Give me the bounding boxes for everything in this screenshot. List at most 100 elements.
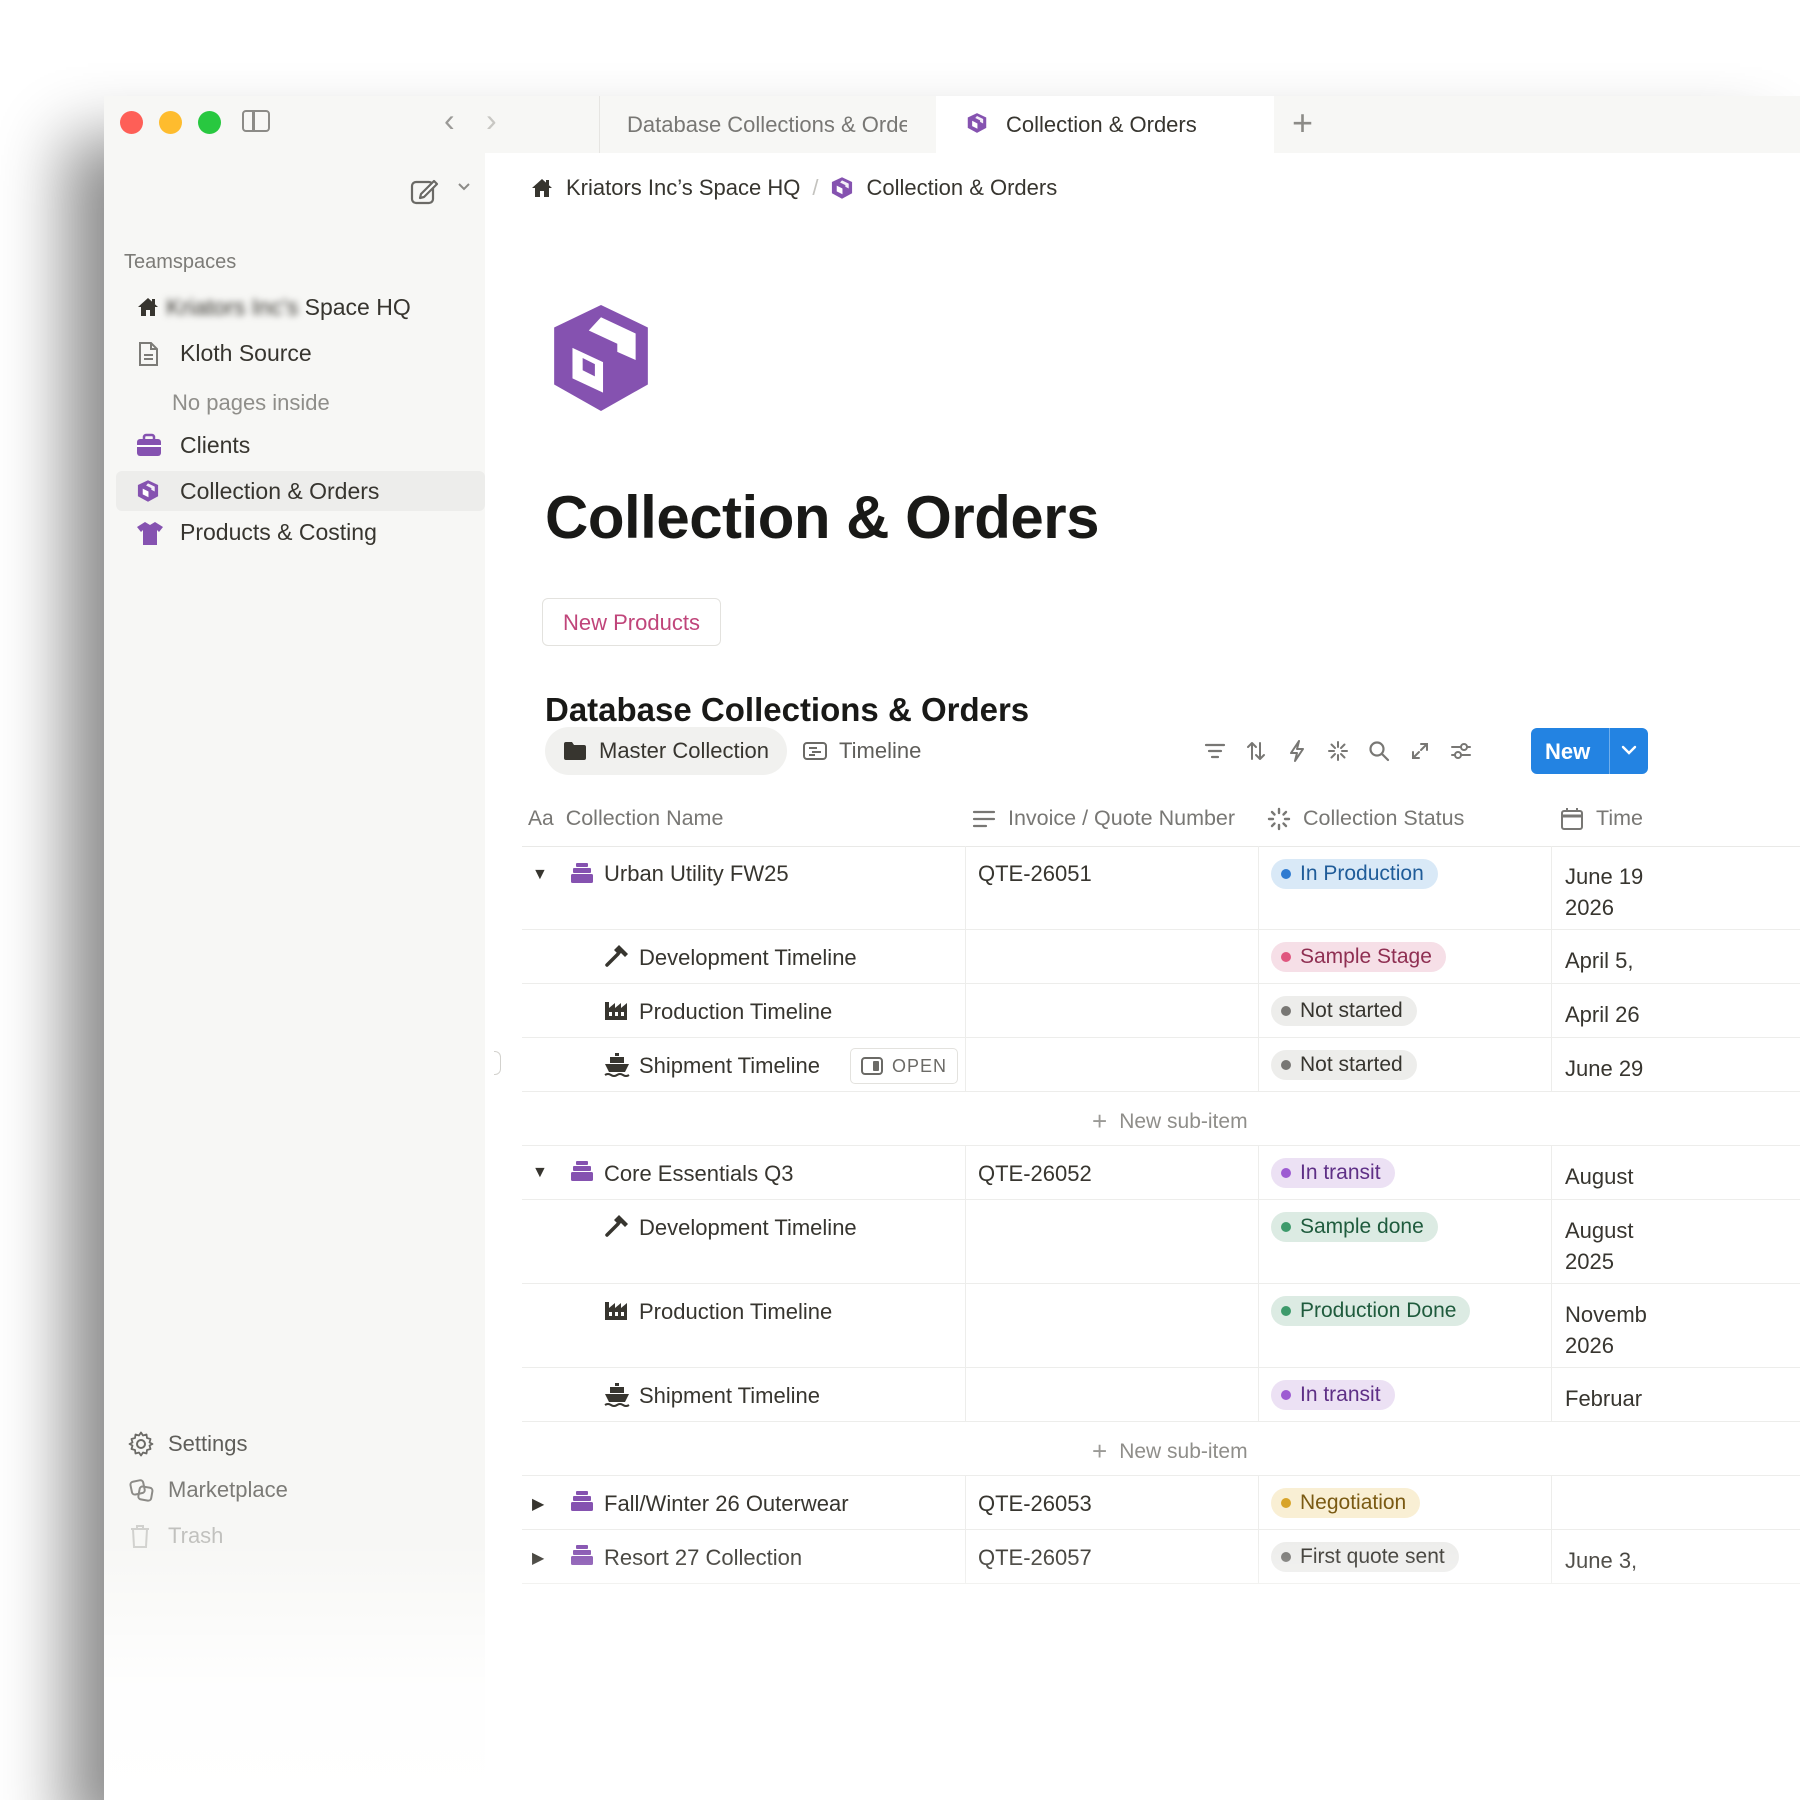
table-row[interactable]: ▼ Core Essentials Q3 QTE-26052 In transi…	[522, 1146, 1800, 1200]
cell-invoice[interactable]	[966, 1200, 1259, 1283]
cell-collection-name[interactable]: ▼ Core Essentials Q3	[522, 1146, 966, 1199]
new-button[interactable]: New	[1531, 728, 1648, 774]
view-tab-master-collection[interactable]: Master Collection	[545, 727, 787, 775]
resize-handle[interactable]	[494, 1051, 501, 1075]
cell-collection-name[interactable]: Shipment Timeline	[522, 1368, 966, 1421]
cell-status[interactable]: Negotiation	[1259, 1476, 1552, 1529]
column-header-invoice[interactable]: Invoice / Quote Number	[972, 806, 1235, 831]
cell-invoice[interactable]	[966, 930, 1259, 983]
cell-status[interactable]: Not started	[1259, 984, 1552, 1037]
cell-invoice[interactable]	[966, 1368, 1259, 1421]
cell-invoice[interactable]	[966, 1038, 1259, 1091]
table-row[interactable]: Production Timeline Production Done Nove…	[522, 1284, 1800, 1368]
close-window-button[interactable]	[120, 111, 143, 134]
cell-time[interactable]: April 5,	[1552, 930, 1800, 983]
cell-collection-name[interactable]: Development Timeline	[522, 930, 966, 983]
compose-icon[interactable]	[409, 176, 439, 211]
sidebar-toggle-icon[interactable]	[242, 110, 270, 132]
search-icon[interactable]	[1365, 737, 1393, 765]
cell-invoice[interactable]	[966, 1284, 1259, 1367]
status-badge[interactable]: In transit	[1271, 1158, 1395, 1188]
cell-time[interactable]: April 26	[1552, 984, 1800, 1037]
toggle-collapsed-icon[interactable]: ▶	[532, 1548, 544, 1568]
sort-icon[interactable]	[1242, 737, 1270, 765]
table-row[interactable]: Development Timeline Sample done August 2…	[522, 1200, 1800, 1284]
status-badge[interactable]: Sample Stage	[1271, 942, 1446, 972]
sidebar-marketplace[interactable]: Marketplace	[124, 1471, 465, 1511]
cell-status[interactable]: Not started	[1259, 1038, 1552, 1091]
cell-time[interactable]: August 2025	[1552, 1200, 1800, 1283]
cell-invoice[interactable]: QTE-26051	[966, 846, 1259, 929]
cell-time[interactable]: Novemb 2026	[1552, 1284, 1800, 1367]
cell-invoice[interactable]: QTE-26057	[966, 1530, 1259, 1583]
table-row[interactable]: Shipment Timeline OPEN Not started June …	[522, 1038, 1800, 1092]
cell-time[interactable]: June 3,	[1552, 1530, 1800, 1583]
page-cube-icon[interactable]	[550, 303, 652, 418]
table-row[interactable]: ▼ Urban Utility FW25 QTE-26051 In Produc…	[522, 846, 1800, 930]
new-tab-icon[interactable]: +	[1292, 102, 1313, 144]
cell-invoice[interactable]: QTE-26052	[966, 1146, 1259, 1199]
filter-icon[interactable]	[1201, 737, 1229, 765]
automation-bolt-icon[interactable]	[1283, 737, 1311, 765]
forward-arrow-icon[interactable]: ›	[486, 104, 497, 136]
page-title[interactable]: Collection & Orders	[545, 483, 1099, 552]
cell-collection-name[interactable]: Shipment Timeline OPEN	[522, 1038, 966, 1091]
cell-collection-name[interactable]: ▼ Urban Utility FW25	[522, 846, 966, 929]
table-row[interactable]: Production Timeline Not started April 26	[522, 984, 1800, 1038]
chevron-down-icon[interactable]	[456, 178, 472, 199]
toggle-expanded-icon[interactable]: ▼	[532, 866, 548, 884]
status-badge[interactable]: In Production	[1271, 859, 1438, 889]
cell-collection-name[interactable]: ▶ Fall/Winter 26 Outerwear	[522, 1476, 966, 1529]
settings-sliders-icon[interactable]	[1447, 737, 1475, 765]
new-sub-item-row[interactable]: + New sub-item	[522, 1092, 1800, 1146]
minimize-window-button[interactable]	[159, 111, 182, 134]
database-title[interactable]: Database Collections & Orders	[545, 691, 1029, 729]
open-button[interactable]: OPEN	[850, 1048, 959, 1084]
cell-time[interactable]: Februar	[1552, 1368, 1800, 1421]
sidebar-item-products-costing[interactable]: Products & Costing	[124, 512, 465, 552]
sidebar-trash[interactable]: Trash	[124, 1517, 465, 1557]
table-row[interactable]: ▶ Resort 27 Collection QTE-26057 First q…	[522, 1530, 1800, 1584]
table-row[interactable]: Shipment Timeline In transit Februar	[522, 1368, 1800, 1422]
column-header-time[interactable]: Time	[1560, 806, 1643, 831]
expand-icon[interactable]	[1406, 737, 1434, 765]
cell-status[interactable]: In transit	[1259, 1368, 1552, 1421]
tab-database-collections[interactable]: Database Collections & Orders	[599, 96, 936, 153]
cell-invoice[interactable]: QTE-26053	[966, 1476, 1259, 1529]
table-row[interactable]: Development Timeline Sample Stage April …	[522, 930, 1800, 984]
cell-time[interactable]	[1552, 1476, 1800, 1529]
sidebar-item-kloth-source[interactable]: Kloth Source	[124, 333, 465, 373]
status-badge[interactable]: Negotiation	[1271, 1488, 1421, 1518]
table-row[interactable]: ▶ Fall/Winter 26 Outerwear QTE-26053 Neg…	[522, 1476, 1800, 1530]
cell-status[interactable]: In transit	[1259, 1146, 1552, 1199]
sidebar-settings[interactable]: Settings	[124, 1425, 465, 1465]
breadcrumb-page[interactable]: Collection & Orders	[866, 175, 1057, 201]
cell-collection-name[interactable]: ▶ Resort 27 Collection	[522, 1530, 966, 1583]
cell-time[interactable]: June 29	[1552, 1038, 1800, 1091]
cell-status[interactable]: Production Done	[1259, 1284, 1552, 1367]
cell-status[interactable]: Sample done	[1259, 1200, 1552, 1283]
sidebar-item-workspace[interactable]: Kriators Inc's Space HQ	[124, 287, 465, 327]
sidebar-item-collection-orders[interactable]: Collection & Orders	[116, 471, 485, 511]
status-badge[interactable]: Not started	[1271, 996, 1417, 1026]
back-arrow-icon[interactable]: ‹	[444, 104, 455, 136]
toggle-expanded-icon[interactable]: ▼	[532, 1164, 548, 1182]
cell-collection-name[interactable]: Production Timeline	[522, 984, 966, 1037]
status-badge[interactable]: Sample done	[1271, 1212, 1438, 1242]
new-sub-item-row[interactable]: + New sub-item	[522, 1422, 1800, 1476]
sidebar-item-clients[interactable]: Clients	[124, 425, 465, 465]
cell-collection-name[interactable]: Production Timeline	[522, 1284, 966, 1367]
status-badge[interactable]: First quote sent	[1271, 1542, 1459, 1572]
column-header-collection-name[interactable]: Aa Collection Name	[528, 806, 723, 831]
cell-collection-name[interactable]: Development Timeline	[522, 1200, 966, 1283]
status-badge[interactable]: In transit	[1271, 1380, 1395, 1410]
cell-status[interactable]: First quote sent	[1259, 1530, 1552, 1583]
breadcrumb-workspace[interactable]: Kriators Inc’s Space HQ	[566, 175, 800, 201]
cell-status[interactable]: In Production	[1259, 846, 1552, 929]
tab-collection-orders[interactable]: Collection & Orders	[936, 96, 1274, 153]
status-badge[interactable]: Not started	[1271, 1050, 1417, 1080]
cell-status[interactable]: Sample Stage	[1259, 930, 1552, 983]
chevron-down-icon[interactable]	[1619, 740, 1639, 765]
cell-time[interactable]: August	[1552, 1146, 1800, 1199]
toggle-collapsed-icon[interactable]: ▶	[532, 1494, 544, 1514]
